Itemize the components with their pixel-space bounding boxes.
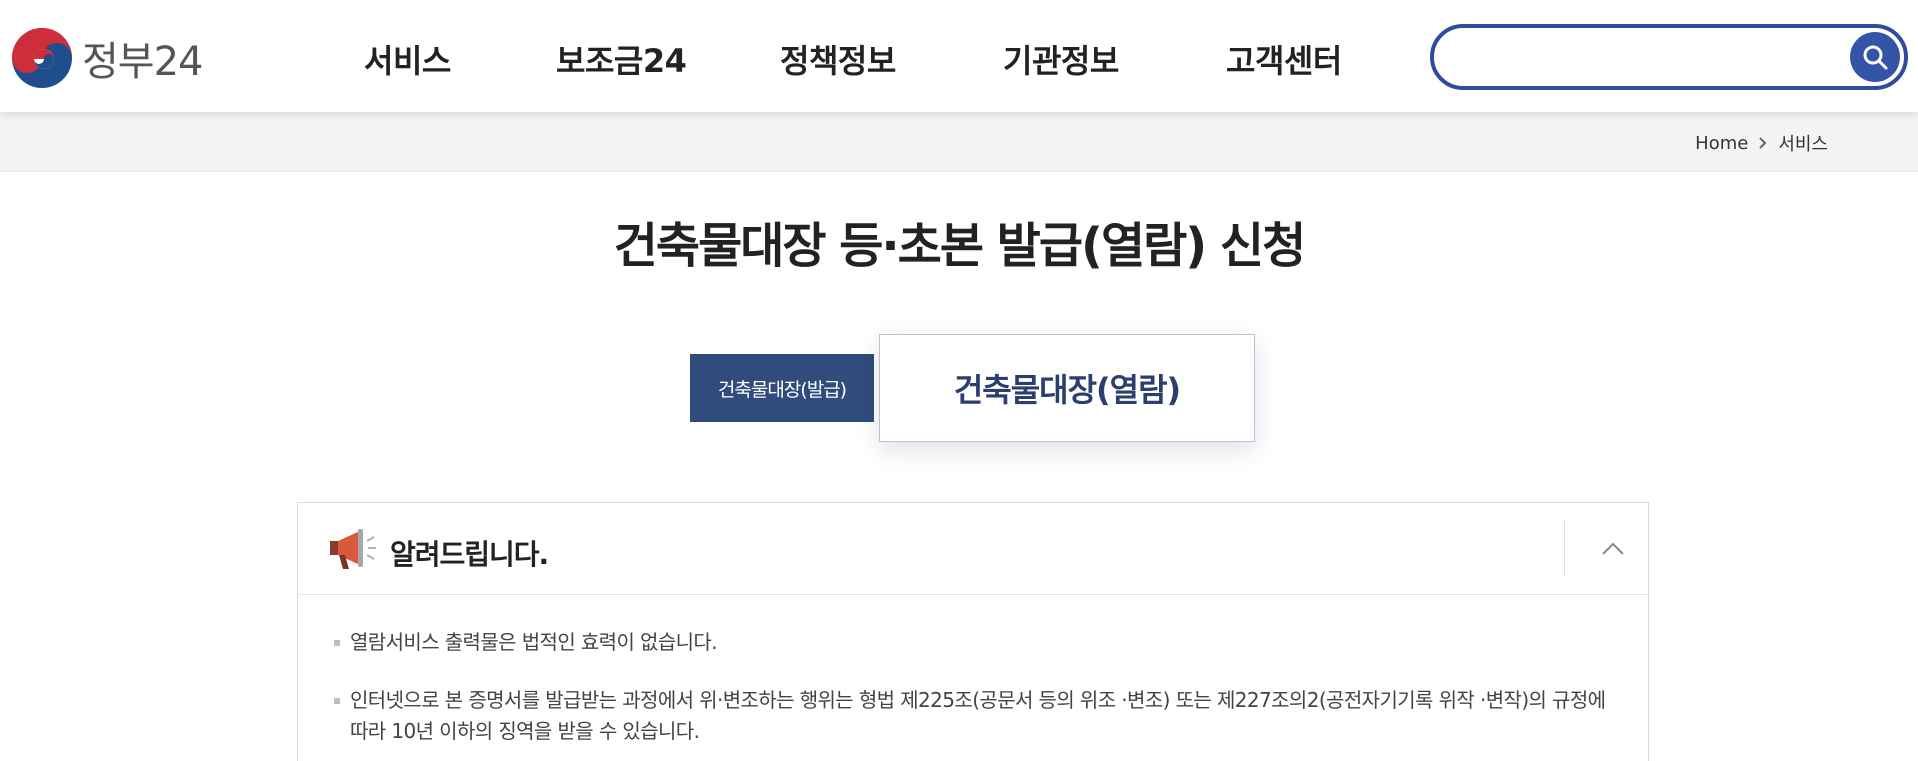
page-title: 건축물대장 등·초본 발급(열람) 신청 [613,218,1306,274]
notice-header: 알려드립니다. [298,503,1648,595]
chevron-up-icon [1602,542,1624,555]
notice-item: 열람서비스 출력물은 법적인 효력이 없습니다. [334,627,1624,658]
search-button[interactable] [1850,32,1900,82]
notice-list: 열람서비스 출력물은 법적인 효력이 없습니다. 인터넷으로 본 증명서를 발급… [334,627,1624,761]
breadcrumb-bar: Home 서비스 [0,112,1918,172]
divider [1564,519,1565,577]
breadcrumb: Home 서비스 [1695,130,1828,156]
breadcrumb-home[interactable]: Home [1695,133,1748,154]
taegeuk-logo-icon [12,28,72,88]
breadcrumb-current[interactable]: 서비스 [1778,130,1828,156]
logo-text: 정부24 [82,39,203,85]
nav-item-subsidy24[interactable]: 보조금24 [556,36,687,82]
notice-title: 알려드립니다. [390,538,549,571]
tab-building-register-issue[interactable]: 건축물대장(발급) [690,354,874,422]
site-header: 정부24 서비스 보조금24 정책정보 기관정보 고객센터 [0,0,1918,112]
nav-item-agency-info[interactable]: 기관정보 [1003,36,1119,82]
search-input[interactable] [1454,38,1834,76]
megaphone-icon [330,529,376,569]
notice-item: 인터넷으로 본 증명서를 발급받는 과정에서 위·변조하는 행위는 형법 제22… [334,685,1624,747]
nav-item-services[interactable]: 서비스 [364,36,451,82]
logo[interactable]: 정부24 [10,26,203,90]
nav-item-customer-center[interactable]: 고객센터 [1226,36,1342,82]
search-box [1430,24,1908,90]
tab-building-register-view[interactable]: 건축물대장(열람) [879,334,1255,442]
search-icon [1863,45,1888,70]
chevron-right-icon [1758,136,1768,150]
notice-panel: 알려드립니다. 열람서비스 출력물은 법적인 효력이 없습니다. 인터넷으로 본… [297,502,1649,761]
nav-item-policy-info[interactable]: 정책정보 [780,36,896,82]
collapse-toggle-button[interactable] [1588,525,1638,573]
